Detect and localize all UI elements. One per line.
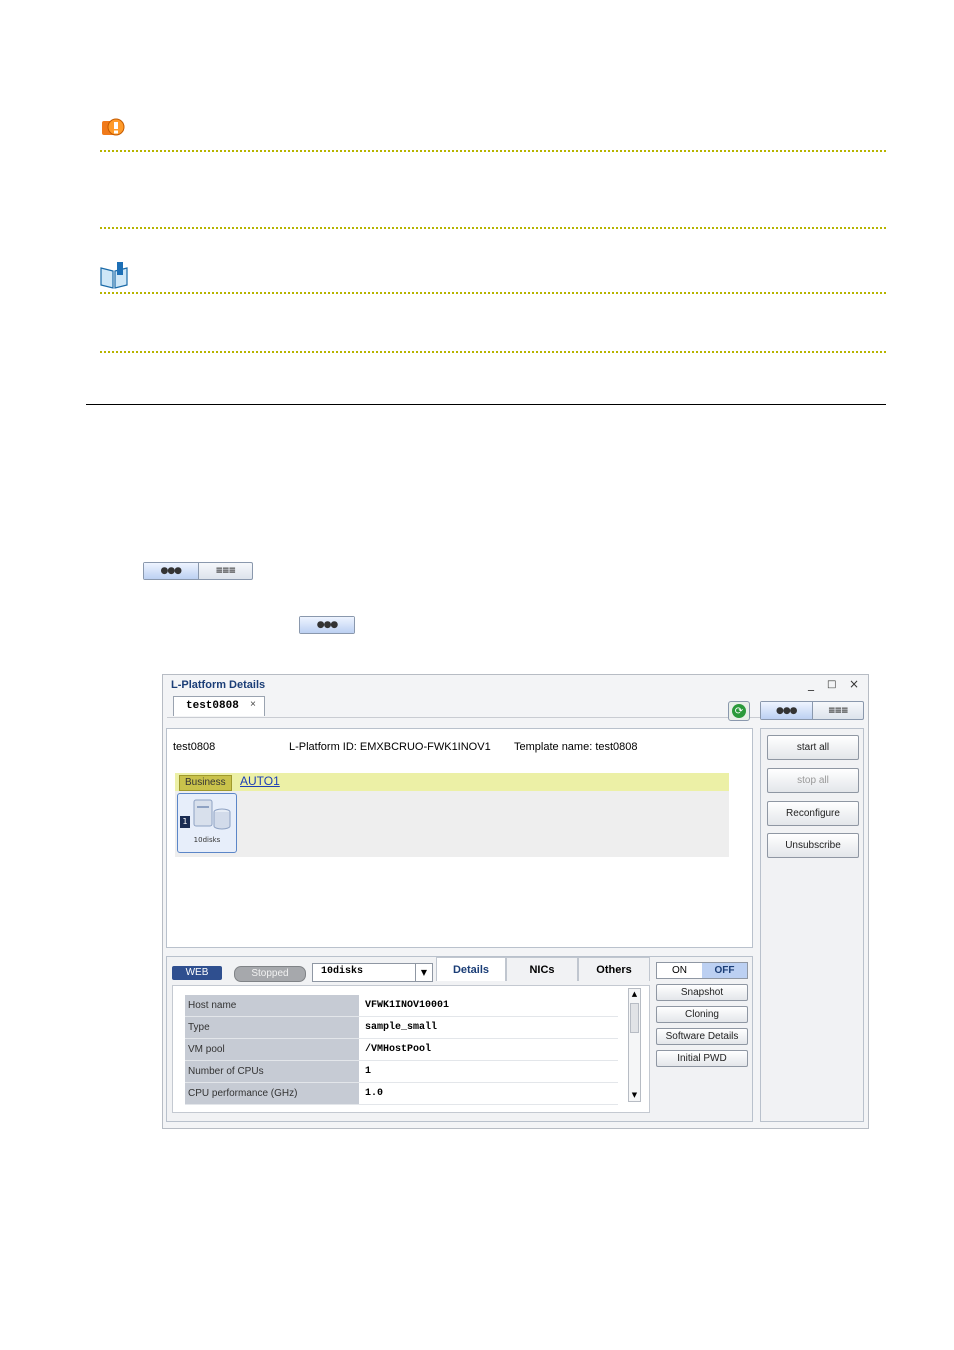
row-value: sample_small [365, 1022, 438, 1033]
lplatform-actions-panel: start all stop all Reconfigure Unsubscri… [760, 728, 864, 1122]
icon-view-inline: ●●● [299, 616, 355, 634]
point-bottom-rule [100, 351, 886, 353]
server-icon [192, 798, 232, 838]
server-number: 1 [180, 816, 190, 828]
refresh-button[interactable]: ⟳ [728, 701, 750, 721]
tab-close-icon[interactable]: × [250, 700, 256, 711]
caution-top-rule [100, 150, 886, 152]
server-item[interactable]: 1 10disks [177, 793, 237, 853]
chevron-down-icon: ▼ [415, 964, 432, 981]
section-divider [86, 404, 886, 405]
close-button[interactable]: × [849, 677, 859, 691]
tab-others[interactable]: Others [578, 957, 650, 981]
icon-view-icon: ●●● [300, 617, 354, 633]
book-icon [98, 260, 130, 290]
table-row: Host name VFWK1INOV10001 [185, 995, 618, 1017]
table-row: VM pool /VMHostPool [185, 1039, 618, 1061]
template-name: Template name: test0808 [514, 741, 638, 753]
details-scrollbar[interactable]: ▲ ▼ [628, 988, 641, 1102]
segment-badge: WEB [172, 966, 222, 980]
segment-bar: Business AUTO1 [175, 773, 729, 791]
row-value: 1.0 [365, 1088, 384, 1099]
row-value: 1 [365, 1066, 372, 1077]
icon-view-button[interactable]: ●●● [761, 702, 812, 719]
power-toggle[interactable]: ON OFF [656, 962, 748, 979]
configuration-panel: test0808 L-Platform ID: EMXBCRUO-FWK1INO… [166, 728, 753, 948]
segment-area: 1 10disks [175, 791, 729, 857]
refresh-icon: ⟳ [732, 704, 746, 718]
row-key: VM pool [185, 1039, 359, 1060]
unsubscribe-button[interactable]: Unsubscribe [767, 833, 859, 858]
stop-all-button[interactable]: stop all [767, 768, 859, 793]
table-row: CPU performance (GHz) 1.0 [185, 1083, 618, 1105]
power-on-option[interactable]: ON [657, 963, 702, 978]
scroll-thumb[interactable] [630, 1003, 639, 1033]
initial-pwd-button[interactable]: Initial PWD [656, 1050, 748, 1067]
caution-bottom-rule [100, 227, 886, 229]
power-off-option[interactable]: OFF [702, 963, 747, 978]
view-toggle: ●●● ≡≡≡ [760, 701, 864, 720]
row-key: Number of CPUs [185, 1061, 359, 1082]
table-row: Number of CPUs 1 [185, 1061, 618, 1083]
view-toggle-inline: ●●● ≡≡≡ [143, 562, 253, 580]
start-all-button[interactable]: start all [767, 735, 859, 760]
reconfigure-button[interactable]: Reconfigure [767, 801, 859, 826]
segment-link[interactable]: AUTO1 [240, 774, 280, 788]
tab-label: test0808 [186, 700, 239, 712]
software-details-button[interactable]: Software Details [656, 1028, 748, 1045]
tab-details[interactable]: Details [436, 957, 506, 981]
list-view-button[interactable]: ≡≡≡ [811, 702, 864, 719]
point-top-rule [100, 292, 886, 294]
row-key: CPU performance (GHz) [185, 1083, 359, 1104]
status-badge: Stopped [234, 966, 306, 982]
details-table: Host name VFWK1INOV10001 Type sample_sma… [172, 985, 650, 1113]
lplatform-id: L-Platform ID: EMXBCRUO-FWK1INOV1 [289, 741, 491, 753]
table-row: Type sample_small [185, 1017, 618, 1039]
tab-nics[interactable]: NICs [506, 957, 578, 981]
lplatform-details-window: L-Platform Details _ □ × test0808 × ⟳ ●●… [162, 674, 869, 1129]
row-value: /VMHostPool [365, 1044, 432, 1055]
scroll-down-icon[interactable]: ▼ [629, 1090, 640, 1101]
lplatform-name: test0808 [173, 741, 216, 753]
caution-icon [98, 115, 130, 143]
scroll-up-icon[interactable]: ▲ [629, 989, 640, 1000]
server-select[interactable]: 10disks ▼ [312, 963, 433, 982]
server-select-value: 10disks [321, 966, 364, 977]
icon-view-icon: ●●● [144, 563, 198, 579]
row-key: Type [185, 1017, 359, 1038]
segment-type-badge: Business [179, 775, 232, 791]
tab-test0808[interactable]: test0808 × [173, 696, 265, 716]
row-key: Host name [185, 995, 359, 1016]
window-title: L-Platform Details [171, 679, 266, 691]
minimize-button[interactable]: _ [808, 677, 814, 691]
list-view-icon: ≡≡≡ [197, 563, 253, 579]
server-detail-panel: WEB Stopped 10disks ▼ Details NICs Other… [166, 956, 753, 1122]
maximize-button[interactable]: □ [827, 679, 836, 690]
snapshot-button[interactable]: Snapshot [656, 984, 748, 1001]
cloning-button[interactable]: Cloning [656, 1006, 748, 1023]
server-label: 10disks [193, 836, 221, 844]
row-value: VFWK1INOV10001 [365, 1000, 450, 1011]
